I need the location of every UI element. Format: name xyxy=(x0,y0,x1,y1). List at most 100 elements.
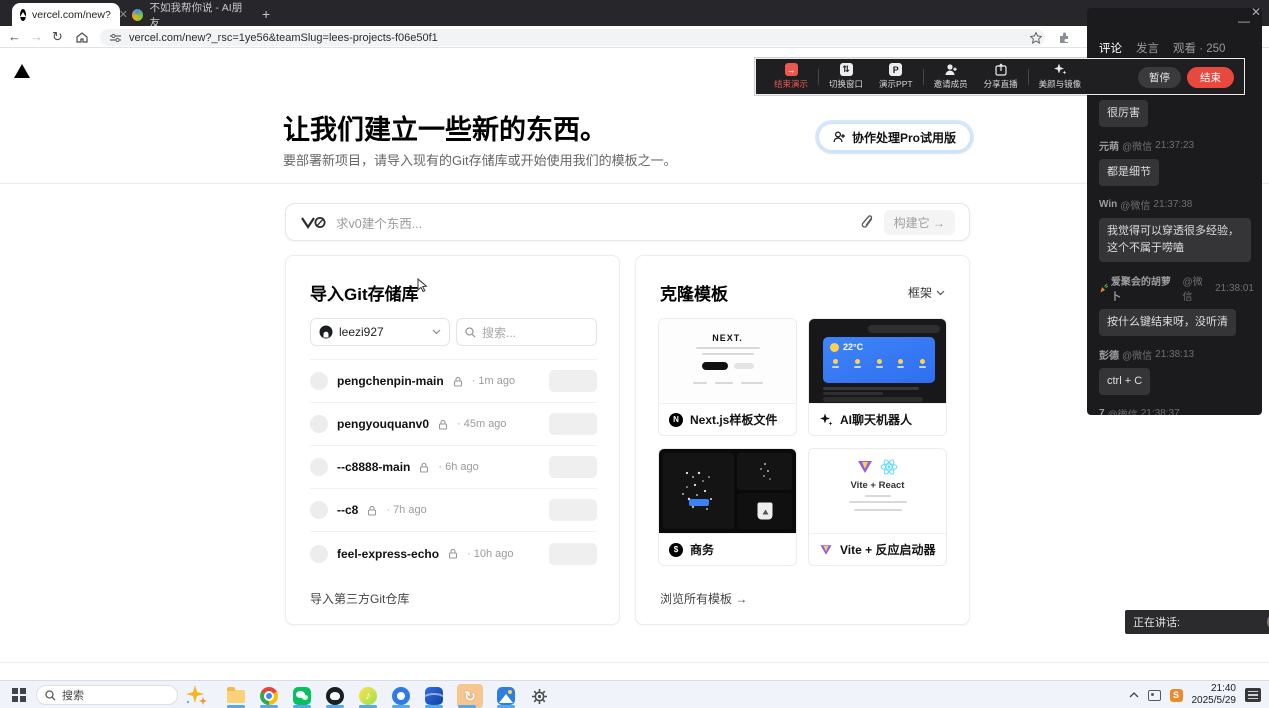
v0-placeholder[interactable]: 求v0建个东西... xyxy=(336,213,851,232)
repo-row[interactable]: pengchenpin-main · 1m ago xyxy=(310,360,597,403)
chrome-icon[interactable] xyxy=(259,684,279,708)
chat-message: 彭德@微信21:38:13 ctrl + C xyxy=(1099,347,1254,395)
build-it-button[interactable]: 构建它 → xyxy=(884,210,955,235)
wechat-icon[interactable] xyxy=(292,684,312,708)
share-live-button[interactable]: 分享直播 xyxy=(984,63,1018,90)
template-label: Next.js样板文件 xyxy=(690,411,777,428)
v0-logo xyxy=(300,216,326,229)
url-text: vercel.com/new?_rsc=1ye56&teamSlug=lees-… xyxy=(129,32,438,44)
attachment-icon[interactable] xyxy=(861,215,874,230)
mouse-cursor xyxy=(417,278,428,293)
tray-s-icon[interactable]: S xyxy=(1170,689,1183,702)
lock-icon xyxy=(367,505,377,516)
url-bar[interactable]: vercel.com/new?_rsc=1ye56&teamSlug=lees-… xyxy=(100,29,1045,46)
tray-chevron-icon[interactable] xyxy=(1129,692,1139,698)
minimize-icon[interactable]: — xyxy=(1238,14,1250,28)
search-placeholder: 搜索 xyxy=(62,687,84,703)
template-commerce[interactable]: $ 商务 xyxy=(658,448,797,566)
start-button[interactable] xyxy=(12,688,26,702)
collaborate-pro-button[interactable]: 协作处理Pro试用版 xyxy=(818,123,971,151)
browse-all-templates-link[interactable]: 浏览所有模板 → xyxy=(660,590,747,607)
browser-toolbar: ← → ↻ vercel.com/new?_rsc=1ye56&teamSlug… xyxy=(0,26,1269,48)
switch-window-icon: ⇅ xyxy=(840,63,853,76)
new-tab-button[interactable]: + xyxy=(262,6,270,22)
sparkle-jaguar-art xyxy=(669,461,729,521)
vite-logo xyxy=(858,461,872,473)
repo-row[interactable]: --c8888-main · 6h ago xyxy=(310,446,597,489)
import-git-card: 导入Git存储库 leezi927 搜索... pengchenpin-main xyxy=(285,255,620,625)
photos-app-icon[interactable] xyxy=(496,684,516,708)
template-label: 商务 xyxy=(690,541,714,558)
vercel-favicon xyxy=(20,9,26,21)
refresh-icon[interactable]: ↻ xyxy=(52,29,63,45)
template-label: Vite + 反应启动器 xyxy=(840,541,935,558)
framework-filter[interactable]: 框架 xyxy=(908,284,945,301)
lock-icon xyxy=(453,376,463,387)
file-explorer-icon[interactable] xyxy=(226,684,246,708)
repo-row[interactable]: pengyouquanv0 · 45m ago xyxy=(310,403,597,446)
github-desktop-icon[interactable] xyxy=(325,684,345,708)
tab-ai-friend[interactable]: 不如我帮你说 - AI朋友 xyxy=(124,3,256,26)
header-divider xyxy=(0,183,1269,184)
repo-row[interactable]: feel-express-echo · 10h ago xyxy=(310,532,597,575)
import-button-loading[interactable] xyxy=(549,499,597,521)
tab-vercel[interactable]: vercel.com/new? ✕ xyxy=(12,3,120,26)
music-app-icon[interactable]: ♪ xyxy=(358,684,378,708)
repo-name: --c8 xyxy=(337,503,358,517)
ai-chatbot-thumbnail: 22°C xyxy=(809,319,946,403)
search-icon xyxy=(465,327,476,338)
template-ai-chatbot[interactable]: 22°C AI聊天机器人 xyxy=(808,318,947,436)
templates-section-title: 克隆模板 xyxy=(660,280,728,305)
tab-speak[interactable]: 发言 xyxy=(1136,40,1159,56)
vercel-logo[interactable] xyxy=(14,64,30,78)
template-nextjs[interactable]: NEXT. N Next.js样板文件 xyxy=(658,318,797,436)
invite-members-icon xyxy=(944,63,958,76)
notification-center-icon[interactable] xyxy=(1245,688,1261,702)
window-close-icon[interactable]: ✕ xyxy=(1251,5,1261,19)
page-title: 让我们建立一些新的东西。 xyxy=(283,108,607,147)
forward-icon[interactable]: → xyxy=(30,29,43,44)
extension-icon[interactable] xyxy=(1058,32,1070,44)
invite-members-button[interactable]: 邀请成员 xyxy=(934,63,968,90)
clock[interactable]: 21:40 2025/5/29 xyxy=(1192,683,1237,708)
import-third-party-link[interactable]: 导入第三方Git仓库 xyxy=(310,590,409,607)
product-art xyxy=(752,458,778,484)
present-ppt-button[interactable]: P 演示PPT xyxy=(879,63,913,90)
tray-snip-icon[interactable] xyxy=(1148,690,1161,701)
blue-app-icon[interactable] xyxy=(424,684,444,708)
tab-watching[interactable]: 观看 · 250 xyxy=(1173,40,1225,56)
repo-avatar xyxy=(310,415,328,433)
meeting-app-icon-active[interactable]: ↻ xyxy=(457,684,483,708)
repo-search-input[interactable]: 搜索... xyxy=(456,318,597,346)
end-presentation-button[interactable]: → 结束演示 xyxy=(774,63,808,90)
pause-button[interactable]: 暂停 xyxy=(1138,67,1181,88)
import-button-loading[interactable] xyxy=(549,413,597,435)
mug-product xyxy=(757,502,772,519)
copilot-icon[interactable] xyxy=(184,684,210,706)
chat-message: Win@微信21:37:38 我觉得可以穿透很多经验，这个不属于唠嗑 xyxy=(1099,197,1254,262)
beauty-mirror-button[interactable]: 美颜与镜像 xyxy=(1039,63,1082,90)
v0-prompt-bar[interactable]: 求v0建个东西... 构建它 → xyxy=(285,203,970,241)
lock-icon xyxy=(419,462,429,473)
import-button-loading[interactable] xyxy=(549,370,597,392)
import-button-loading[interactable] xyxy=(549,456,597,478)
switch-window-button[interactable]: ⇅ 切换窗口 xyxy=(829,63,863,90)
import-button-loading[interactable] xyxy=(549,543,597,565)
back-icon[interactable]: ← xyxy=(8,29,21,44)
taskbar-search[interactable]: 搜索 xyxy=(36,685,178,705)
template-vite-react[interactable]: Vite + React Vite + 反应启动器 xyxy=(808,448,947,566)
browser-app-icon[interactable] xyxy=(391,684,411,708)
settings-gear-icon[interactable] xyxy=(529,684,549,708)
repo-row[interactable]: --c8 · 7h ago xyxy=(310,489,597,532)
home-icon[interactable] xyxy=(76,32,88,43)
github-icon xyxy=(319,325,333,339)
vercel-new-page: 让我们建立一些新的东西。 要部署新项目，请导入现有的Git存储库或开始使用我们的… xyxy=(0,48,1269,680)
screen: vercel.com/new? ✕ 不如我帮你说 - AI朋友 + ✕ ← → … xyxy=(0,0,1269,708)
site-settings-icon[interactable] xyxy=(110,33,121,43)
tab-comments[interactable]: 评论 xyxy=(1099,40,1122,56)
search-placeholder: 搜索... xyxy=(482,324,516,341)
github-account-select[interactable]: leezi927 xyxy=(310,318,450,346)
end-button[interactable]: 结束 xyxy=(1187,67,1234,88)
bookmark-star-icon[interactable] xyxy=(1030,32,1042,44)
repo-name: pengchenpin-main xyxy=(337,374,444,388)
